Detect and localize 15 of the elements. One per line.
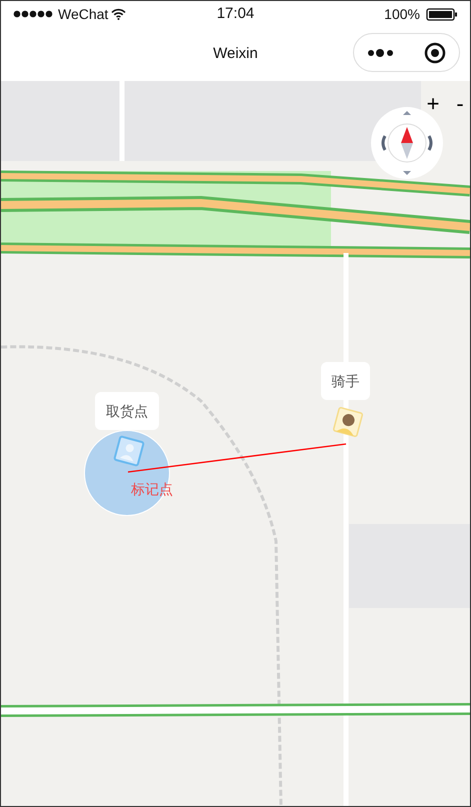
marker-callout: 骑手: [321, 362, 370, 400]
battery-percent: 100%: [384, 4, 420, 24]
more-icon[interactable]: [367, 48, 395, 58]
capsule-menu[interactable]: [353, 33, 460, 72]
signal-icon: [13, 10, 55, 18]
carrier-name: WeChat: [58, 4, 108, 24]
marker-callout: 取货点: [95, 392, 159, 430]
clock-time: 17:04: [216, 4, 254, 24]
wifi-icon: [111, 8, 126, 20]
zoom-out-button[interactable]: -: [451, 91, 469, 117]
battery-icon: [426, 8, 458, 20]
zoom-in-button[interactable]: +: [424, 91, 442, 117]
page-title: Weixin: [213, 44, 258, 64]
close-icon[interactable]: [424, 42, 446, 64]
marker-label: 标记点: [131, 480, 173, 499]
